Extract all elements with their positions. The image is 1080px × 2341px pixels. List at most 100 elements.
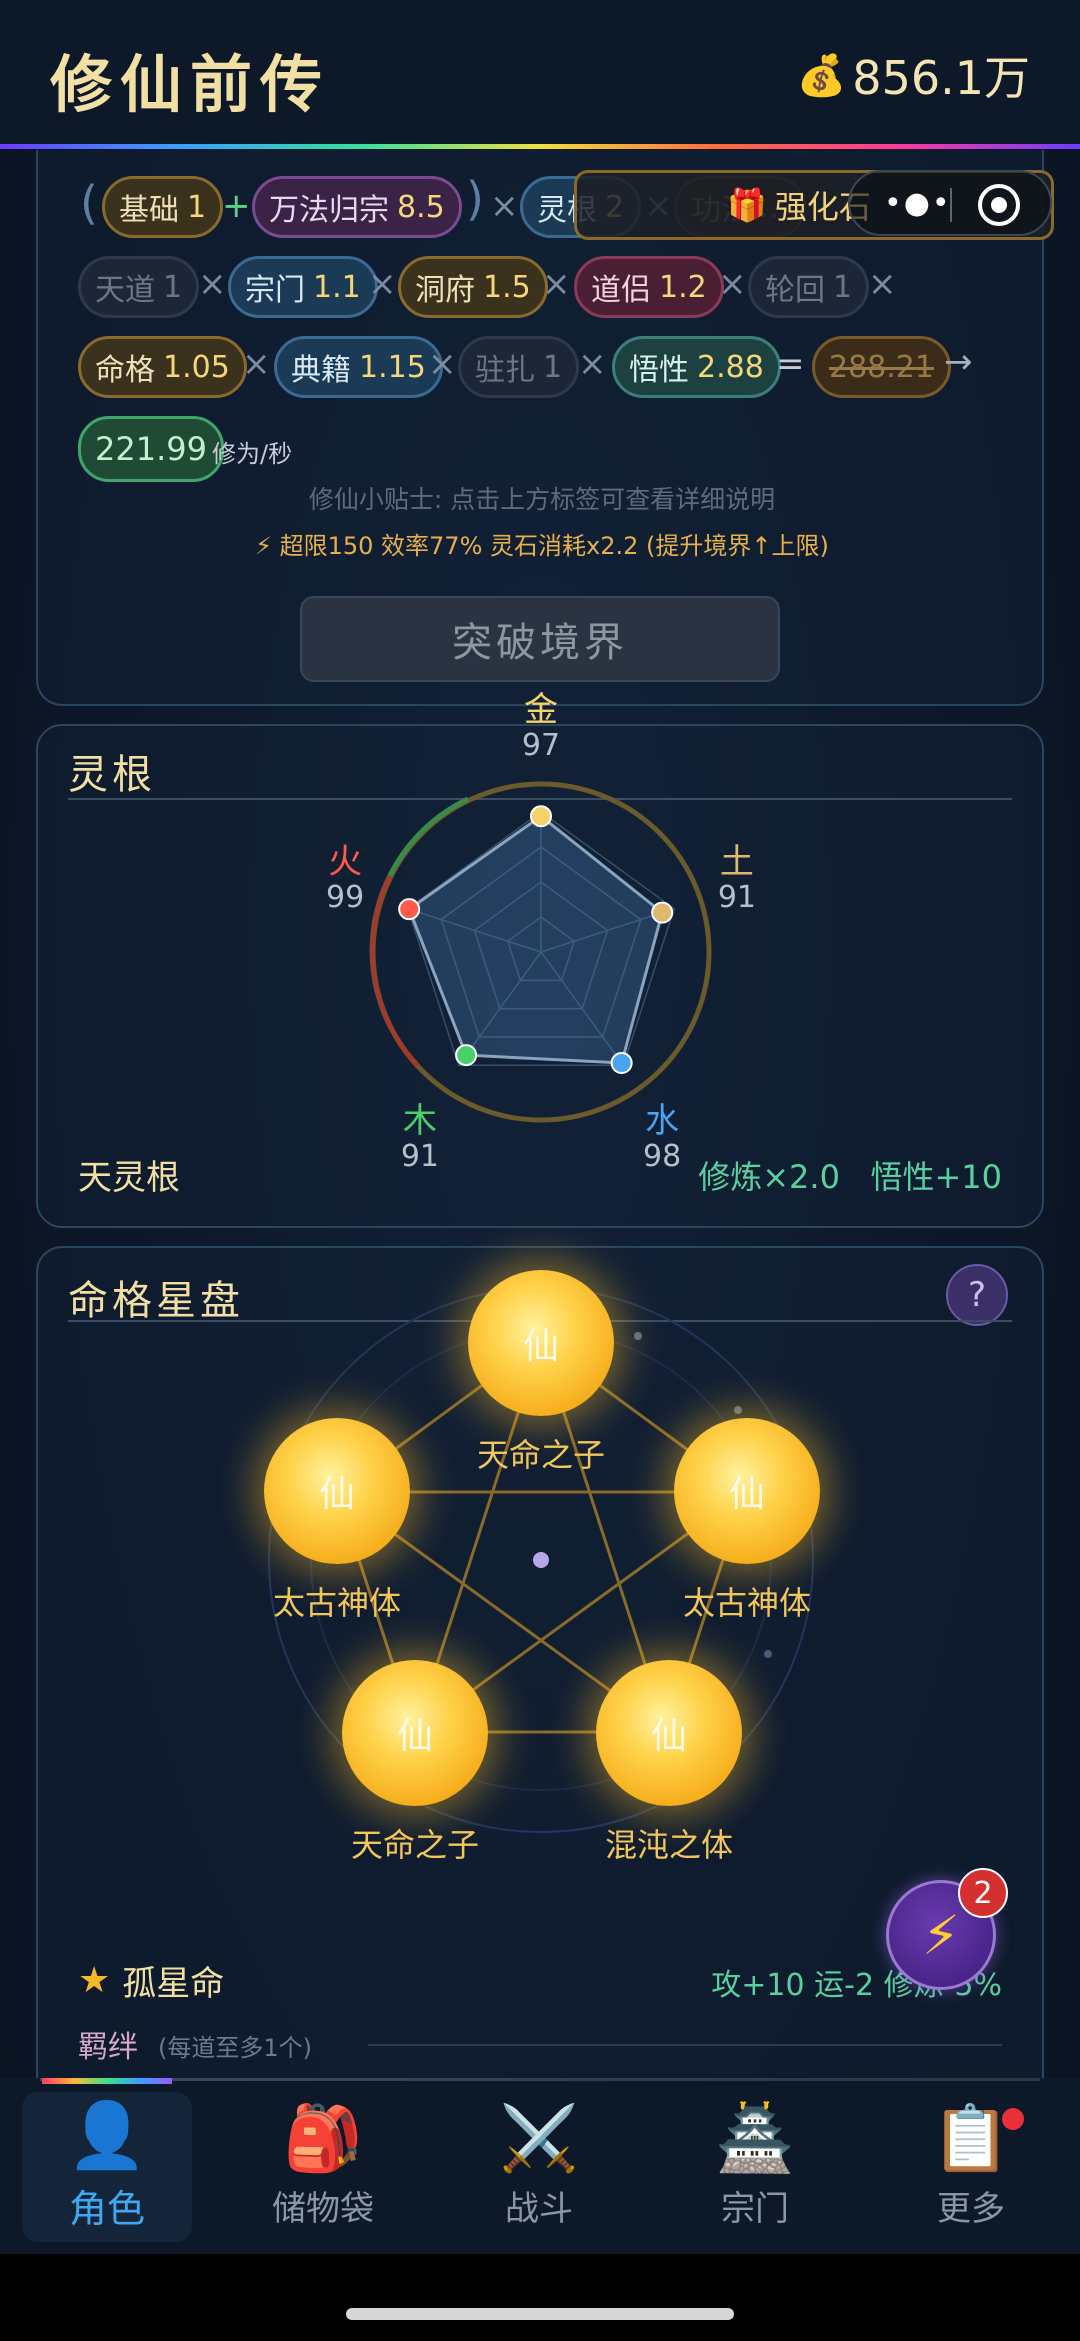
chip-value: 1 <box>163 269 183 305</box>
multiply-sign: × <box>198 264 227 304</box>
clipboard-icon: 📋 <box>931 2101 1011 2176</box>
radar-shape <box>407 814 664 1065</box>
chip-label: 天道 <box>95 273 155 308</box>
home-indicator[interactable] <box>346 2308 734 2320</box>
destiny-orb[interactable]: 仙 <box>264 1418 410 1564</box>
money-bag-icon: 💰 <box>796 52 847 99</box>
chip-base[interactable]: 基础 1 <box>102 176 224 238</box>
nav-backpack[interactable]: 🎒 储物袋 <box>238 2078 408 2254</box>
original-rate: 288.21 <box>812 336 951 398</box>
character-icon: 👤 <box>67 2098 147 2173</box>
chip-value: 1 <box>187 189 207 225</box>
element-value: 91 <box>400 1138 439 1174</box>
chip-label: 基础 <box>119 193 179 228</box>
chip-zhuzha[interactable]: 驻扎 1 <box>458 336 580 398</box>
header: 修仙前传 💰 856.1万 <box>0 0 1080 148</box>
radar-label: 金 97 <box>501 692 581 764</box>
chip-value: 1.2 <box>659 269 707 305</box>
orb-label: 天命之子 <box>476 1436 605 1474</box>
chip-tiandao[interactable]: 天道 1 <box>78 256 200 318</box>
radar-label: 水 98 <box>622 1103 702 1175</box>
notification-badge: 2 <box>958 1868 1008 1918</box>
nav-sect[interactable]: 🏯 宗门 <box>670 2078 840 2254</box>
chip-value: 2.88 <box>697 349 764 385</box>
chip-zongmen[interactable]: 宗门 1.1 <box>228 256 378 318</box>
chip-dianji[interactable]: 典籍 1.15 <box>274 336 443 398</box>
multiply-sign: × <box>718 264 747 304</box>
bottom-nav: 👤 角色 🎒 储物袋 ⚔️ 战斗 🏯 宗门 📋 更多 <box>0 2078 1080 2254</box>
spirit-root-type: 天灵根 <box>78 1158 180 1198</box>
chip-wuxing[interactable]: 悟性 2.88 <box>612 336 781 398</box>
paren-close: ) <box>466 172 484 226</box>
destiny-orb[interactable]: 仙 <box>674 1418 820 1564</box>
chip-label: 命格 <box>95 353 155 388</box>
chip-mingge[interactable]: 命格 1.05 <box>78 336 247 398</box>
radar-chart <box>369 781 712 1123</box>
radar-label: 火 99 <box>305 844 385 916</box>
chip-value: 8.5 <box>397 189 445 225</box>
element-value: 91 <box>717 880 756 916</box>
nav-label: 更多 <box>937 2188 1005 2229</box>
chip-value: 1.5 <box>483 269 531 305</box>
backpack-icon: 🎒 <box>283 2101 363 2176</box>
chip-label: 悟性 <box>629 353 689 388</box>
destiny-orb[interactable]: 仙 <box>596 1660 742 1806</box>
element-name: 木 <box>402 1100 437 1141</box>
bond-divider <box>368 2044 1002 2046</box>
nav-label: 宗门 <box>721 2188 789 2229</box>
breakthrough-button[interactable]: 突破境界 <box>300 596 780 682</box>
chip-daolv[interactable]: 道侣 1.2 <box>574 256 724 318</box>
spirit-root-card: 灵根 金 97 土 91 水 98 木 91 火 99 天灵根 修炼×2.0 悟性+10 <box>36 692 1044 1228</box>
nav-label: 战斗 <box>505 2188 573 2229</box>
destiny-orb[interactable]: 仙 <box>468 1270 614 1416</box>
multiply-sign: × <box>542 264 571 304</box>
currency-display: 💰 856.1万 <box>796 42 1030 108</box>
radar-label: 木 91 <box>380 1103 460 1175</box>
multiply-sign: × <box>490 186 519 226</box>
multiply-sign: × <box>428 344 457 384</box>
element-name: 水 <box>645 1100 680 1141</box>
radar-point <box>651 901 674 924</box>
bond-note: (每道至多1个) <box>158 2034 312 2062</box>
header-divider <box>0 144 1080 149</box>
radar-point <box>455 1044 478 1067</box>
chip-dongfu[interactable]: 洞府 1.5 <box>398 256 548 318</box>
star-dot <box>764 1650 772 1658</box>
radar-label: 土 91 <box>697 844 777 916</box>
nav-label: 角色 <box>68 2186 145 2231</box>
chip-value: 1.05 <box>163 349 230 385</box>
swords-icon: ⚔️ <box>499 2101 579 2176</box>
game-screen: 修仙前传 💰 856.1万 ( 基础1 + 万法归宗8.5 ) × 灵根2 × … <box>0 0 1080 2341</box>
chip-lunhui[interactable]: 轮回 1 <box>748 256 870 318</box>
chip-wanfa[interactable]: 万法归宗 8.5 <box>252 176 462 238</box>
bond-title: 羁绊 <box>78 2030 138 2065</box>
element-name: 土 <box>719 842 754 883</box>
chip-value: 1 <box>833 269 853 305</box>
more-dots-icon[interactable]: •●• <box>884 186 952 221</box>
close-miniprogram-icon[interactable] <box>978 184 1020 226</box>
chip-label: 典籍 <box>291 353 351 388</box>
star-dot <box>634 1332 642 1340</box>
nav-battle[interactable]: ⚔️ 战斗 <box>454 2078 624 2254</box>
chip-label: 万法归宗 <box>269 193 389 228</box>
chip-label: 轮回 <box>765 273 825 308</box>
chip-label: 道侣 <box>591 273 651 308</box>
star-icon: ★ <box>78 1960 111 2001</box>
element-name: 金 <box>524 690 558 730</box>
multiply-sign: × <box>578 344 607 384</box>
spirit-root-bonus: 修炼×2.0 悟性+10 <box>698 1158 1002 1196</box>
destiny-orb[interactable]: 仙 <box>342 1660 488 1806</box>
element-value: 97 <box>521 728 561 763</box>
equals-sign: = <box>776 344 805 384</box>
nav-label: 储物袋 <box>272 2188 374 2229</box>
nav-character[interactable]: 👤 角色 <box>22 2078 192 2254</box>
overlimit-text: ⚡ 超限150 效率77% 灵石消耗x2.2 (提升境界↑上限) <box>255 532 829 560</box>
final-rate: 221.99 <box>78 416 224 482</box>
radar-point <box>530 805 552 828</box>
fate-name: 孤星命 <box>122 1964 225 2004</box>
plus-sign: + <box>222 186 251 226</box>
nav-more[interactable]: 📋 更多 <box>886 2078 1056 2254</box>
orb-label: 太古神体 <box>272 1584 401 1622</box>
center-star <box>533 1552 549 1568</box>
orb-label: 混沌之体 <box>604 1826 733 1864</box>
